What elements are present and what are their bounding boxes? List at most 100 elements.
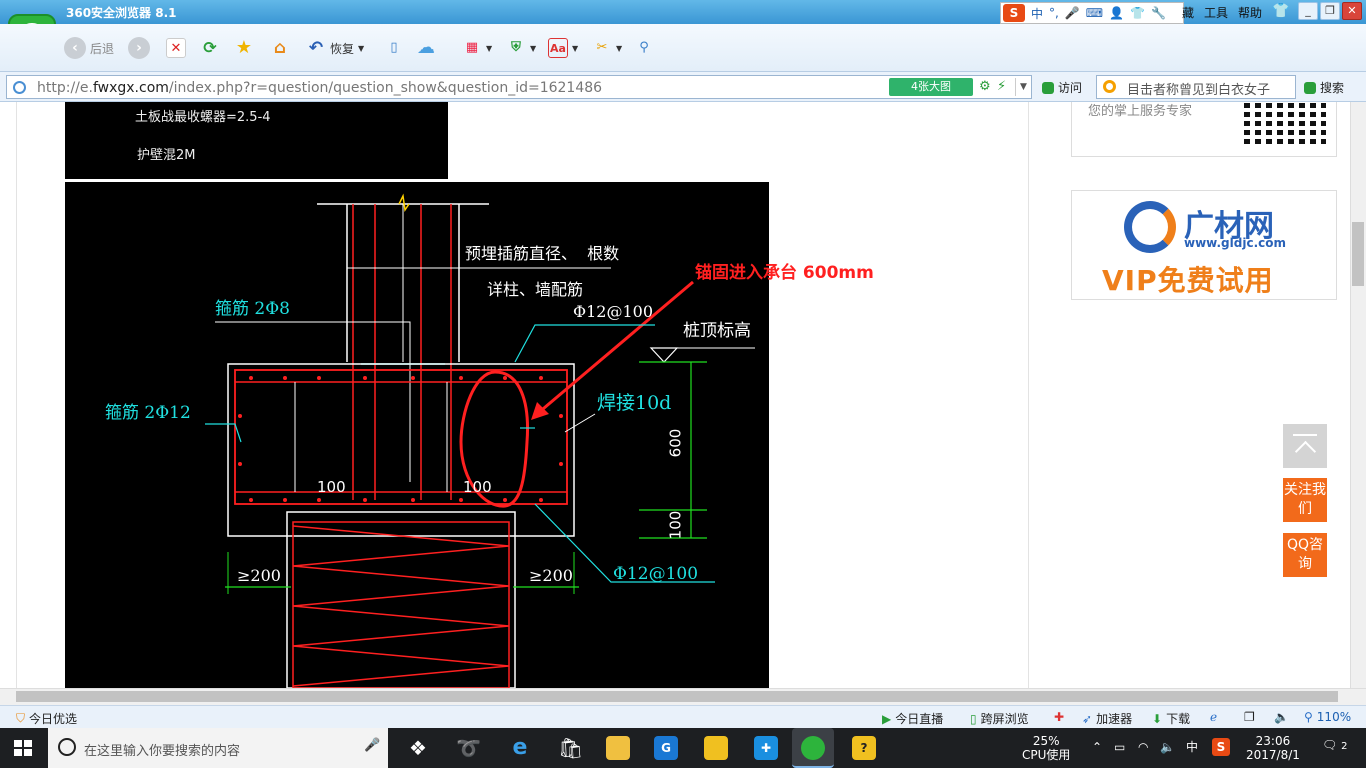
microphone-icon[interactable]: 🎤 bbox=[1065, 6, 1080, 20]
url-text[interactable]: http://e.fwxgx.com/index.php?r=question/… bbox=[37, 80, 602, 96]
magnifier-icon: ⚲ bbox=[639, 40, 649, 55]
qq-consult-button[interactable]: QQ咨询 bbox=[1283, 533, 1327, 577]
vertical-scrollbar[interactable] bbox=[1350, 102, 1366, 688]
user-icon[interactable]: 👤 bbox=[1109, 6, 1124, 20]
accelerator-button[interactable]: ➶ 加速器 bbox=[1082, 710, 1132, 727]
windows-start-button[interactable] bbox=[14, 740, 32, 756]
menu-help[interactable]: 帮助 bbox=[1238, 4, 1262, 21]
download-icon: ⬇ bbox=[1152, 711, 1163, 726]
close-button[interactable]: ✕ bbox=[1342, 2, 1362, 20]
cpu-usage-indicator[interactable]: 25% CPU使用 bbox=[1022, 734, 1070, 762]
big-pic-button[interactable]: 4张大图 bbox=[889, 78, 973, 96]
translate-button[interactable]: Aa ▼ bbox=[548, 36, 578, 60]
app-swirl-icon[interactable]: ➰ bbox=[456, 736, 481, 760]
back-label: 后退 bbox=[90, 41, 115, 56]
lightning-icon[interactable]: ⚡ bbox=[997, 79, 1006, 94]
forward-button[interactable]: › bbox=[128, 36, 150, 60]
notes-icon[interactable] bbox=[704, 736, 728, 760]
wrench-icon[interactable]: 🔧 bbox=[1151, 6, 1166, 20]
chevron-down-icon: ▼ bbox=[530, 43, 537, 53]
gldjc-logo-icon bbox=[1124, 201, 1176, 253]
cad-drawing: 锚固进入承台 600mm 预埋插筋直径、 根数 详柱、墙配筋 箍筋 2Φ8 箍筋… bbox=[65, 182, 874, 688]
edge-icon[interactable]: e bbox=[508, 736, 532, 760]
ime-toolbar[interactable]: S 中 °, 🎤 ⌨ 👤 👕 🔧 bbox=[1000, 2, 1184, 24]
plus-button[interactable]: ✚ bbox=[1054, 710, 1064, 724]
volume-icon[interactable]: 🔈 bbox=[1160, 740, 1175, 754]
back-to-top-button[interactable] bbox=[1283, 424, 1327, 468]
today-picks-button[interactable]: ⛉ 今日优选 bbox=[16, 710, 77, 727]
action-center-button[interactable]: 🗨 2 bbox=[1322, 738, 1347, 754]
back-button[interactable]: ‹ 后退 bbox=[64, 36, 114, 60]
volume-button[interactable]: 🔈 bbox=[1274, 710, 1289, 724]
ie-mode-button[interactable]: ℯ bbox=[1210, 710, 1217, 724]
keyboard-icon[interactable]: ⌨ bbox=[1086, 6, 1103, 20]
clock[interactable]: 23:06 2017/8/1 bbox=[1246, 734, 1300, 762]
minimize-button[interactable]: _ bbox=[1298, 2, 1318, 20]
file-explorer-icon[interactable] bbox=[606, 736, 630, 760]
sogou-tray-icon[interactable]: S bbox=[1212, 738, 1230, 756]
window-mode-button[interactable]: ❐ bbox=[1244, 710, 1255, 724]
visit-label: 访问 bbox=[1058, 81, 1083, 95]
ime-indicator[interactable]: 中 bbox=[1186, 740, 1198, 754]
help-doc-icon[interactable]: ? bbox=[852, 736, 876, 760]
notification-icon: 🗨 bbox=[1322, 738, 1338, 752]
download-label: 下载 bbox=[1166, 712, 1191, 726]
cross-screen-button[interactable]: ▯ 跨屏浏览 bbox=[970, 710, 1029, 727]
phone-button[interactable]: ▯ bbox=[384, 36, 404, 60]
app-promo-box[interactable]: 您的掌上服务专家 bbox=[1071, 102, 1337, 157]
home-button[interactable]: ⌂ bbox=[270, 36, 290, 60]
speed-icon[interactable]: ⚙ bbox=[979, 79, 991, 94]
security-button[interactable]: ⛨ ▼ bbox=[506, 36, 536, 60]
cloud-icon: ☁ bbox=[417, 37, 435, 58]
taskbar-search-input[interactable]: 在这里输入你要搜索的内容 🎤 bbox=[48, 728, 388, 768]
punctuation-icon[interactable]: °, bbox=[1049, 6, 1059, 20]
zoom-button[interactable]: ⚲ bbox=[634, 36, 654, 60]
visit-button[interactable]: 访问 bbox=[1042, 79, 1082, 96]
globe-icon bbox=[13, 81, 26, 94]
status-bar: ⛉ 今日优选 ▶ 今日直播 ▯ 跨屏浏览 ✚ ➶ 加速器 ⬇ 下载 ℯ ❐ 🔈 … bbox=[0, 705, 1366, 728]
cloud-button[interactable]: ☁ bbox=[416, 36, 436, 60]
search-button[interactable]: 搜索 bbox=[1304, 79, 1344, 96]
restore-button[interactable]: ↶ 恢复 ▼ bbox=[306, 36, 364, 60]
clock-date: 2017/8/1 bbox=[1246, 748, 1300, 762]
vertical-scroll-thumb[interactable] bbox=[1352, 222, 1364, 286]
task-view-icon[interactable]: ❖ bbox=[406, 736, 430, 760]
ime-language[interactable]: 中 bbox=[1031, 5, 1043, 22]
refresh-button[interactable]: ⟳ bbox=[200, 36, 220, 60]
stop-button[interactable]: ✕ bbox=[166, 36, 186, 60]
favorite-button[interactable]: ★ bbox=[234, 36, 254, 60]
wifi-icon[interactable]: ◠ bbox=[1138, 740, 1148, 754]
follow-us-button[interactable]: 关注我们 bbox=[1283, 478, 1327, 522]
chevron-up-icon[interactable]: ⌃ bbox=[1092, 740, 1102, 754]
search-input[interactable]: 目击者称曾见到白衣女子 bbox=[1096, 75, 1296, 99]
remote-icon[interactable]: ✚ bbox=[754, 736, 778, 760]
magnifier-icon: ⚲ bbox=[1304, 710, 1313, 724]
download-button[interactable]: ⬇ 下载 bbox=[1152, 710, 1190, 727]
store-icon[interactable]: 🛍 bbox=[558, 736, 583, 760]
zoom-control[interactable]: ⚲ 110% bbox=[1304, 710, 1351, 724]
shirt-icon[interactable]: 👕 bbox=[1130, 6, 1145, 20]
skin-icon[interactable]: 👕 bbox=[1272, 3, 1289, 19]
microphone-icon[interactable]: 🎤 bbox=[364, 738, 380, 753]
url-path: /index.php?r=question/question_show&ques… bbox=[168, 80, 603, 96]
sogou-icon: S bbox=[1003, 4, 1025, 22]
apps-grid-icon: ▦ bbox=[465, 40, 479, 55]
phone-icon: ▯ bbox=[970, 711, 977, 726]
dropdown-icon[interactable]: ▼ bbox=[1015, 78, 1031, 96]
plus-icon: ✚ bbox=[1054, 710, 1065, 724]
maximize-button[interactable]: ❐ bbox=[1320, 2, 1340, 20]
chevron-down-icon: ▼ bbox=[572, 43, 579, 53]
address-bar[interactable]: http://e.fwxgx.com/index.php?r=question/… bbox=[6, 75, 1032, 99]
menu-tools[interactable]: 工具 bbox=[1204, 4, 1228, 21]
live-button[interactable]: ▶ 今日直播 bbox=[882, 710, 943, 727]
ie-icon: ℯ bbox=[1210, 710, 1218, 724]
menu-favorites[interactable]: 藏 bbox=[1182, 4, 1194, 21]
browser-360-icon bbox=[801, 736, 825, 760]
gldjc-ad-banner[interactable]: 广材网 www.gldjc.com VIP免费试用 bbox=[1071, 190, 1337, 300]
screenshot-button[interactable]: ✂ ▼ bbox=[592, 36, 623, 60]
battery-icon[interactable]: ▭ bbox=[1114, 740, 1125, 754]
browser-360-taskbar-button[interactable] bbox=[792, 728, 834, 768]
horizontal-scroll-thumb[interactable] bbox=[16, 691, 1338, 702]
glodon-icon[interactable]: G bbox=[654, 736, 678, 760]
apps-button[interactable]: ▦ ▼ bbox=[462, 36, 492, 60]
